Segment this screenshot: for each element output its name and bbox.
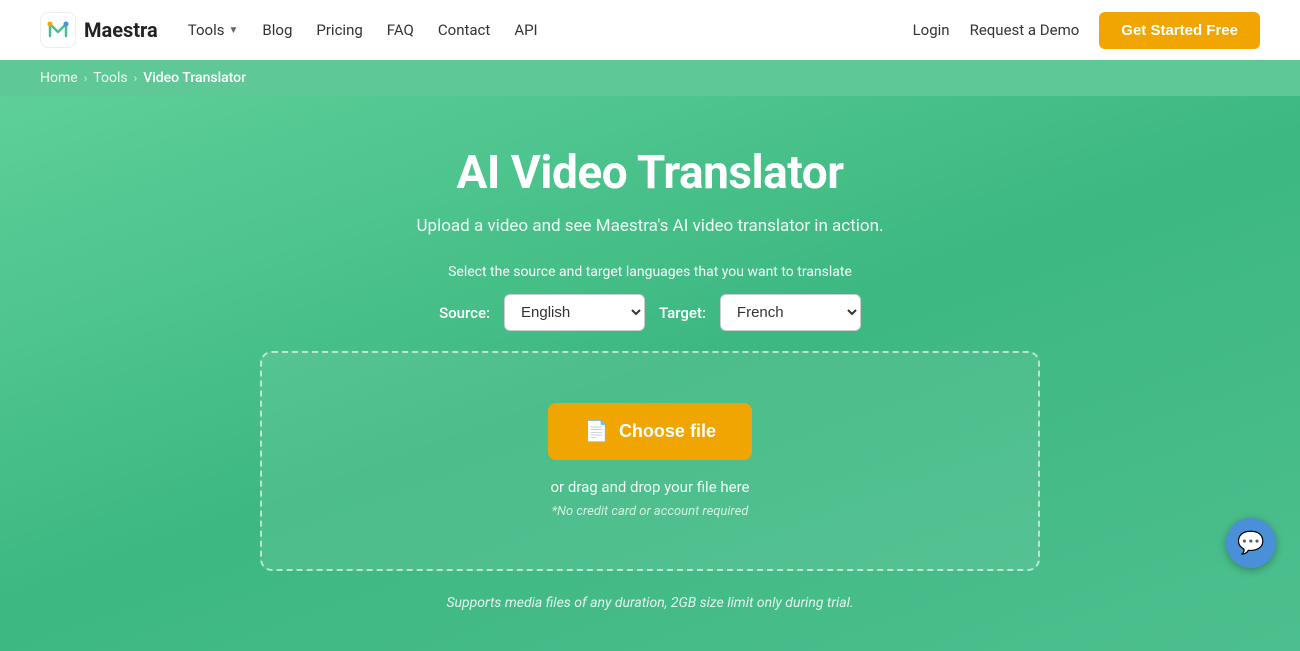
- nav-faq[interactable]: FAQ: [387, 21, 414, 39]
- brand-name: Maestra: [84, 18, 158, 42]
- target-label: Target:: [659, 304, 706, 322]
- breadcrumb-current: Video Translator: [143, 70, 246, 86]
- target-language-select[interactable]: French English Spanish German Italian Po…: [720, 294, 861, 331]
- source-label: Source:: [439, 304, 490, 322]
- nav-contact[interactable]: Contact: [438, 21, 490, 39]
- logo-icon: [40, 12, 76, 48]
- nav-api[interactable]: API: [514, 21, 537, 39]
- breadcrumb-home[interactable]: Home: [40, 70, 78, 86]
- nav-links: Tools ▼ Blog Pricing FAQ Contact API: [188, 21, 913, 39]
- navbar: Maestra Tools ▼ Blog Pricing FAQ Contact…: [0, 0, 1300, 60]
- breadcrumb-sep-2: ›: [134, 71, 138, 85]
- breadcrumb-sep-1: ›: [84, 71, 88, 85]
- request-demo-link[interactable]: Request a Demo: [970, 21, 1080, 39]
- page-subtitle: Upload a video and see Maestra's AI vide…: [417, 216, 884, 236]
- chevron-down-icon: ▼: [229, 25, 239, 36]
- breadcrumb-tools[interactable]: Tools: [93, 70, 127, 86]
- nav-tools[interactable]: Tools ▼: [188, 21, 239, 39]
- login-link[interactable]: Login: [913, 21, 950, 39]
- source-language-select[interactable]: English Spanish French German Italian Po…: [504, 294, 645, 331]
- chat-icon: 💬: [1237, 531, 1264, 556]
- nav-pricing[interactable]: Pricing: [316, 21, 362, 39]
- breadcrumb: Home › Tools › Video Translator: [0, 60, 1300, 96]
- lang-instruction: Select the source and target languages t…: [448, 264, 852, 280]
- brand-logo[interactable]: Maestra: [40, 12, 158, 48]
- drag-drop-text: or drag and drop your file here: [551, 478, 750, 496]
- nav-blog[interactable]: Blog: [262, 21, 292, 39]
- get-started-button[interactable]: Get Started Free: [1099, 12, 1260, 49]
- support-text: Supports media files of any duration, 2G…: [446, 595, 853, 611]
- language-select-section: Source: English Spanish French German It…: [439, 294, 861, 331]
- choose-file-button[interactable]: 📄 Choose file: [548, 403, 752, 460]
- nav-right: Login Request a Demo Get Started Free: [913, 12, 1260, 49]
- upload-area[interactable]: 📄 Choose file or drag and drop your file…: [260, 351, 1040, 571]
- chat-button[interactable]: 💬: [1226, 518, 1276, 568]
- main-content: AI Video Translator Upload a video and s…: [0, 96, 1300, 651]
- page-title: AI Video Translator: [456, 146, 843, 200]
- no-credit-text: *No credit card or account required: [552, 504, 749, 519]
- file-icon: 📄: [584, 419, 609, 444]
